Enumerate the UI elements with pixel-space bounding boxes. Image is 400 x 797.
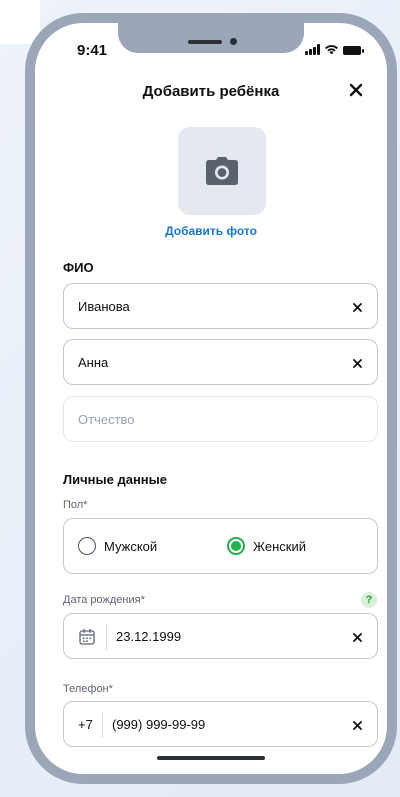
birth-date-label: Дата рождения* [63, 594, 145, 606]
middle-name-placeholder: Отчество [78, 412, 135, 427]
clear-icon [352, 720, 362, 730]
gender-option-label: Женский [253, 538, 306, 554]
battery-icon [343, 46, 364, 55]
phone-field[interactable]: +7 (999) 999-99-99 [63, 701, 378, 747]
background-card [0, 0, 40, 44]
phone-value: (999) 999-99-99 [112, 717, 206, 732]
help-icon[interactable]: ? [361, 592, 377, 608]
camera-icon [206, 157, 238, 185]
gender-label: Пол* [63, 499, 88, 511]
middle-name-field[interactable]: Отчество [63, 396, 378, 442]
gender-option-label: Мужской [104, 538, 158, 554]
clear-icon [352, 358, 362, 368]
close-icon [349, 83, 363, 97]
clear-birth-date-button[interactable] [347, 627, 367, 647]
clear-phone-button[interactable] [347, 715, 367, 735]
phone-country-code: +7 [78, 717, 93, 732]
calendar-icon [79, 628, 95, 645]
add-photo-link[interactable]: Добавить фото [35, 224, 387, 238]
front-camera [230, 38, 237, 45]
fio-section-title: ФИО [63, 260, 94, 275]
gender-option-female[interactable]: Женский [227, 537, 306, 555]
radio-checked-icon [227, 537, 245, 555]
personal-section-title: Личные данные [63, 472, 167, 487]
speaker [188, 40, 222, 44]
home-indicator[interactable] [157, 756, 265, 760]
close-button[interactable] [343, 77, 369, 103]
photo-upload-box[interactable] [178, 127, 266, 215]
signal-icon [305, 44, 320, 55]
phone-screen: 9:41 Добавить ребёнка Добавить фото ФИО [35, 23, 387, 774]
first-name-value: Анна [78, 355, 109, 370]
clear-first-name-button[interactable] [347, 353, 367, 373]
clear-icon [352, 632, 362, 642]
gender-option-male[interactable]: Мужской [78, 537, 157, 555]
phone-label: Телефон* [63, 683, 113, 695]
page-title: Добавить ребёнка [142, 83, 280, 100]
status-icons [305, 43, 364, 55]
gender-selector: Мужской Женский [63, 518, 378, 574]
birth-date-field[interactable]: 23.12.1999 [63, 613, 378, 659]
status-time: 9:41 [77, 42, 108, 59]
clear-last-name-button[interactable] [347, 297, 367, 317]
wifi-icon [325, 45, 338, 55]
last-name-value: Иванова [78, 299, 130, 314]
radio-unchecked-icon [78, 537, 96, 555]
field-divider [102, 712, 103, 738]
first-name-field[interactable]: Анна [63, 339, 378, 385]
birth-date-value: 23.12.1999 [116, 629, 182, 644]
field-divider [106, 624, 107, 650]
last-name-field[interactable]: Иванова [63, 283, 378, 329]
notch [118, 23, 304, 53]
clear-icon [352, 302, 362, 312]
